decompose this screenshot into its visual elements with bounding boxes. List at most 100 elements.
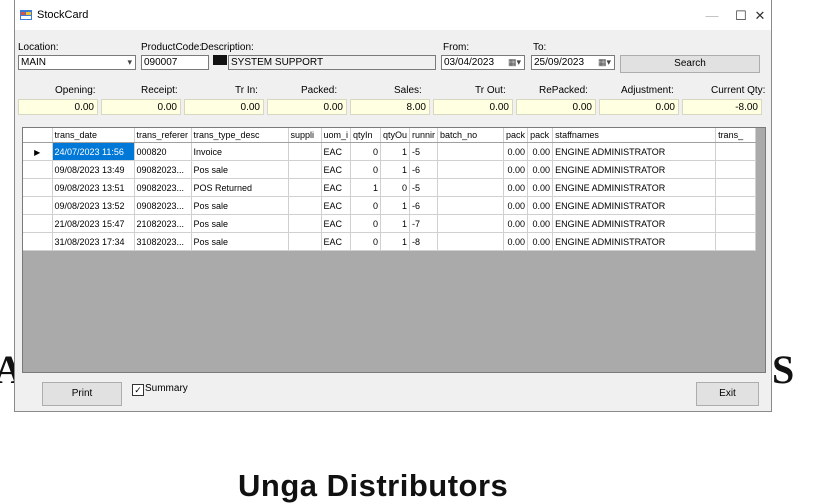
table-cell[interactable]: 0 bbox=[350, 196, 382, 215]
table-cell[interactable]: -8 bbox=[409, 232, 439, 251]
transactions-grid[interactable]: trans_date trans_referer trans_type_desc su… bbox=[22, 127, 766, 373]
table-cell[interactable]: -6 bbox=[409, 160, 439, 179]
table-cell[interactable]: Pos sale bbox=[191, 196, 289, 215]
table-cell[interactable]: 0.00 bbox=[527, 178, 554, 197]
table-cell[interactable]: Pos sale bbox=[191, 214, 289, 233]
table-cell[interactable] bbox=[437, 214, 505, 233]
table-cell[interactable]: 0.00 bbox=[503, 232, 529, 251]
row-selector[interactable]: ▶ bbox=[23, 142, 53, 161]
table-cell[interactable]: 1 bbox=[350, 178, 382, 197]
table-row[interactable]: ▶ 24/07/2023 11:56 000820 Invoice EAC 0 1 -5 0.0… bbox=[23, 142, 757, 161]
table-cell[interactable] bbox=[715, 196, 757, 215]
calendar-icon[interactable]: ▦▾ bbox=[508, 57, 521, 68]
table-cell[interactable]: 21082023... bbox=[134, 214, 192, 233]
column-header[interactable]: uom_i bbox=[321, 128, 352, 143]
table-cell[interactable]: 31/08/2023 17:34 bbox=[52, 232, 135, 251]
table-cell[interactable]: 0 bbox=[380, 178, 411, 197]
column-header[interactable]: trans_date bbox=[52, 128, 135, 143]
table-cell[interactable] bbox=[715, 214, 757, 233]
table-cell[interactable] bbox=[437, 232, 505, 251]
table-cell[interactable]: EAC bbox=[321, 196, 352, 215]
table-cell[interactable] bbox=[715, 160, 757, 179]
table-cell[interactable]: 09082023... bbox=[134, 178, 192, 197]
table-cell[interactable]: 0.00 bbox=[527, 160, 554, 179]
table-cell[interactable]: 0.00 bbox=[527, 196, 554, 215]
table-cell[interactable]: ENGINE ADMINISTRATOR bbox=[552, 196, 717, 215]
table-cell[interactable]: 0 bbox=[350, 214, 382, 233]
table-cell[interactable]: 1 bbox=[380, 232, 411, 251]
table-cell[interactable] bbox=[288, 142, 322, 161]
table-cell[interactable]: ENGINE ADMINISTRATOR bbox=[552, 160, 717, 179]
search-button[interactable]: Search bbox=[620, 55, 760, 73]
table-cell[interactable]: EAC bbox=[321, 232, 352, 251]
column-header[interactable]: staffnames bbox=[552, 128, 717, 143]
table-cell[interactable]: -7 bbox=[409, 214, 439, 233]
table-cell[interactable]: Pos sale bbox=[191, 232, 289, 251]
productcode-input[interactable]: 090007 bbox=[141, 55, 209, 70]
column-header[interactable]: qtyOu bbox=[380, 128, 411, 143]
column-header[interactable]: trans_ bbox=[715, 128, 757, 143]
column-header[interactable]: batch_no bbox=[437, 128, 505, 143]
title-bar[interactable]: StockCard — ☐ ✕ bbox=[15, 0, 771, 30]
table-cell[interactable] bbox=[437, 196, 505, 215]
table-cell[interactable]: 31082023... bbox=[134, 232, 192, 251]
table-cell[interactable]: 0 bbox=[350, 160, 382, 179]
table-cell[interactable] bbox=[288, 232, 322, 251]
row-selector[interactable] bbox=[23, 178, 53, 197]
to-date-picker[interactable]: 25/09/2023 ▦▾ bbox=[531, 55, 615, 70]
row-selector[interactable] bbox=[23, 196, 53, 215]
table-cell[interactable]: 0.00 bbox=[503, 178, 529, 197]
table-cell[interactable] bbox=[437, 178, 505, 197]
column-header[interactable]: trans_referer bbox=[134, 128, 192, 143]
table-cell[interactable]: Pos sale bbox=[191, 160, 289, 179]
table-cell[interactable]: Invoice bbox=[191, 142, 289, 161]
table-cell[interactable]: ENGINE ADMINISTRATOR bbox=[552, 214, 717, 233]
table-cell[interactable] bbox=[288, 214, 322, 233]
table-cell[interactable]: 1 bbox=[380, 160, 411, 179]
table-cell[interactable]: 09/08/2023 13:51 bbox=[52, 178, 135, 197]
table-cell[interactable] bbox=[437, 160, 505, 179]
table-row[interactable]: 09/08/2023 13:49 09082023... Pos sale EAC 0 1… bbox=[23, 160, 757, 179]
table-cell[interactable]: 0 bbox=[350, 232, 382, 251]
table-cell[interactable]: EAC bbox=[321, 160, 352, 179]
from-date-picker[interactable]: 03/04/2023 ▦▾ bbox=[441, 55, 525, 70]
table-cell[interactable] bbox=[715, 142, 757, 161]
table-row[interactable]: 21/08/2023 15:47 21082023... Pos sale EAC 0 1… bbox=[23, 214, 757, 233]
print-button[interactable]: Print bbox=[42, 382, 122, 406]
table-cell[interactable]: 24/07/2023 11:56 bbox=[52, 142, 135, 161]
table-cell[interactable]: EAC bbox=[321, 142, 352, 161]
table-cell[interactable]: 0.00 bbox=[527, 142, 554, 161]
table-cell[interactable]: -6 bbox=[409, 196, 439, 215]
exit-button[interactable]: Exit bbox=[696, 382, 759, 406]
table-row[interactable]: 09/08/2023 13:52 09082023... Pos sale EAC 0 1… bbox=[23, 196, 757, 215]
table-cell[interactable]: 0.00 bbox=[503, 142, 529, 161]
table-cell[interactable]: 0 bbox=[350, 142, 382, 161]
column-header[interactable]: pack bbox=[527, 128, 554, 143]
table-cell[interactable]: 09082023... bbox=[134, 160, 192, 179]
table-row[interactable]: 31/08/2023 17:34 31082023... Pos sale EAC 0 1… bbox=[23, 232, 757, 251]
column-header[interactable]: pack bbox=[503, 128, 529, 143]
table-cell[interactable]: 09/08/2023 13:52 bbox=[52, 196, 135, 215]
row-selector[interactable] bbox=[23, 232, 53, 251]
table-cell[interactable] bbox=[715, 232, 757, 251]
row-selector[interactable] bbox=[23, 160, 53, 179]
product-lookup-icon[interactable] bbox=[213, 55, 227, 65]
table-cell[interactable]: -5 bbox=[409, 178, 439, 197]
table-cell[interactable]: 1 bbox=[380, 142, 411, 161]
close-button[interactable]: ✕ bbox=[740, 8, 780, 24]
table-cell[interactable]: ENGINE ADMINISTRATOR bbox=[552, 142, 717, 161]
column-header[interactable]: suppli bbox=[288, 128, 322, 143]
table-cell[interactable]: 09/08/2023 13:49 bbox=[52, 160, 135, 179]
table-cell[interactable]: EAC bbox=[321, 178, 352, 197]
table-cell[interactable]: ENGINE ADMINISTRATOR bbox=[552, 178, 717, 197]
column-header[interactable]: runnir bbox=[409, 128, 439, 143]
table-cell[interactable] bbox=[288, 196, 322, 215]
table-cell[interactable]: 000820 bbox=[134, 142, 192, 161]
table-cell[interactable]: 0.00 bbox=[527, 214, 554, 233]
row-selector[interactable] bbox=[23, 214, 53, 233]
table-cell[interactable]: -5 bbox=[409, 142, 439, 161]
location-dropdown[interactable]: MAIN ▾ bbox=[18, 55, 136, 70]
table-cell[interactable] bbox=[437, 142, 505, 161]
summary-checkbox[interactable]: ✓ bbox=[132, 384, 144, 396]
table-cell[interactable] bbox=[288, 178, 322, 197]
